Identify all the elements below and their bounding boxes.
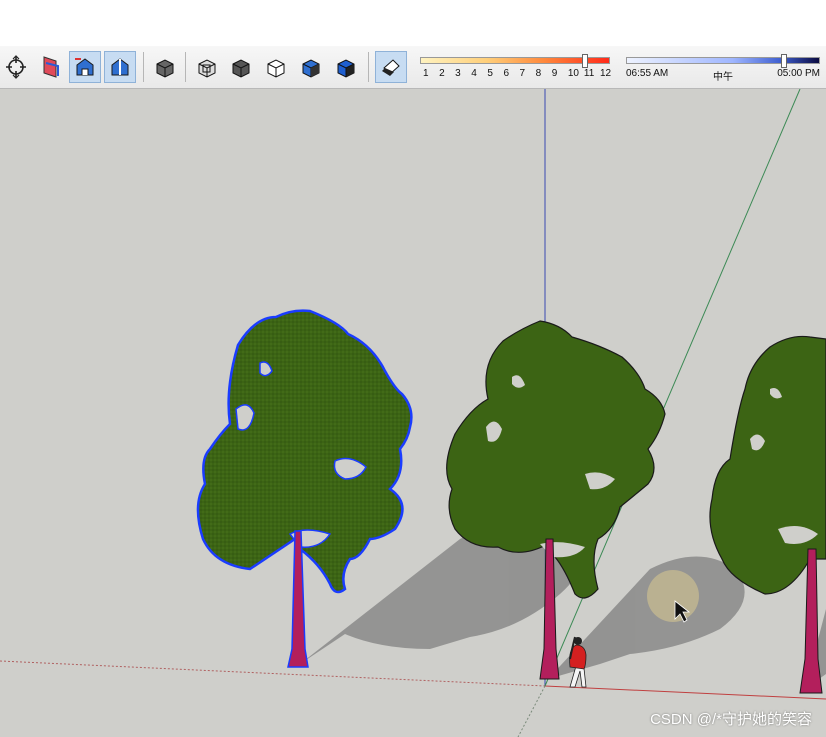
hidden-line-icon — [267, 59, 285, 78]
hidden-line-button[interactable] — [260, 51, 292, 83]
3d-viewport[interactable]: CSDN @/*守护她的笑容 — [0, 89, 826, 737]
section-plane-button[interactable] — [35, 51, 67, 83]
time-end-label: 05:00 PM — [777, 68, 820, 79]
month-tick-8: 8 — [535, 68, 542, 79]
time-start-label: 06:55 AM — [626, 68, 669, 79]
month-tick-2: 2 — [439, 68, 445, 79]
month-tick-3: 3 — [455, 68, 461, 79]
shadow-icon — [156, 59, 174, 78]
month-slider[interactable]: 1 2 3 4 5 6 7 8 9 10 11 12 — [418, 54, 612, 82]
time-slider-thumb[interactable] — [781, 54, 788, 68]
orbit-icon — [6, 55, 26, 79]
tree-trunk-right — [799, 548, 823, 694]
month-tick-9: 9 — [551, 68, 558, 79]
time-slider[interactable]: 06:55 AM 中午 05:00 PM — [624, 54, 820, 83]
shadow-toggle-icon — [382, 59, 400, 76]
shaded-textures-icon — [337, 59, 355, 78]
title-bar — [0, 0, 826, 47]
section-plane-icon — [43, 56, 59, 78]
month-tick-4: 4 — [471, 68, 477, 79]
shaded-button[interactable] — [295, 51, 327, 83]
xray-icon — [198, 59, 216, 78]
month-slider-thumb[interactable] — [581, 54, 588, 68]
section-display-icon — [75, 58, 94, 76]
month-tick-1: 1 — [423, 68, 429, 79]
month-tick-5: 5 — [487, 68, 493, 79]
shadow-xray-button[interactable] — [149, 51, 181, 83]
month-tick-6: 6 — [503, 68, 510, 79]
time-slider-track — [626, 57, 820, 64]
tree-canopy-selected[interactable] — [196, 309, 413, 594]
display-section-cut-button[interactable] — [104, 51, 136, 83]
toolbar: 1 2 3 4 5 6 7 8 9 10 11 12 06:55 AM 中午 05:00 PM — [0, 46, 826, 89]
month-tick-12: 12 — [600, 68, 612, 79]
watermark: CSDN @/*守护她的笑容 — [650, 711, 812, 728]
section-cut-icon — [111, 58, 129, 76]
wireframe-button[interactable] — [225, 51, 257, 83]
mouse-cursor — [647, 570, 699, 623]
month-tick-11: 11 — [583, 68, 595, 79]
wireframe-icon — [232, 59, 250, 78]
tree-right[interactable] — [709, 335, 826, 694]
orbit-tool-button[interactable] — [0, 51, 32, 83]
shadows-toggle-button[interactable] — [375, 51, 407, 83]
month-tick-10: 10 — [567, 68, 579, 79]
xray-button[interactable] — [191, 51, 223, 83]
shaded-textures-button[interactable] — [330, 51, 362, 83]
display-section-planes-button[interactable] — [69, 51, 101, 83]
month-tick-7: 7 — [519, 68, 526, 79]
time-noon-label: 中午 — [713, 72, 733, 83]
shaded-icon — [302, 59, 320, 78]
